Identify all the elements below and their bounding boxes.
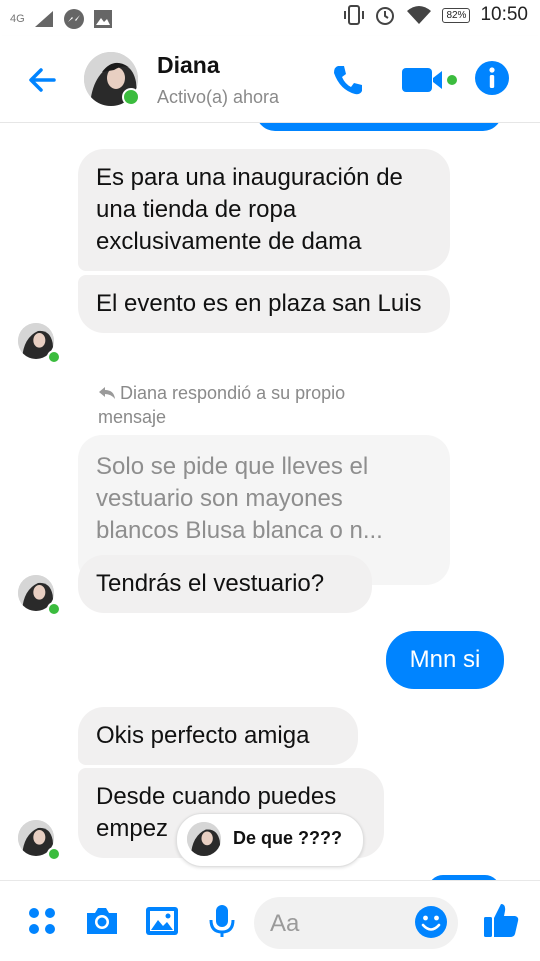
gallery-icon[interactable]	[144, 903, 180, 939]
messenger-notification-icon	[63, 9, 84, 29]
contact-name[interactable]: Diana	[157, 52, 220, 79]
incoming-message[interactable]: El evento es en plaza san Luis	[78, 275, 450, 333]
thumbs-up-icon[interactable]	[482, 901, 520, 939]
clock: 10:50	[480, 4, 528, 25]
network-type: 4G	[10, 13, 25, 25]
online-indicator	[47, 847, 61, 861]
online-indicator	[122, 88, 140, 106]
reply-note: Diana respondió a su propio mensaje	[98, 381, 418, 429]
menu-dots-icon[interactable]	[24, 903, 60, 939]
message-input-placeholder: Aa	[270, 910, 300, 937]
online-indicator	[47, 350, 61, 364]
phone-icon[interactable]	[330, 62, 366, 98]
video-camera-icon[interactable]	[402, 66, 458, 94]
status-bar: 4G 82% 10:50	[0, 0, 540, 36]
wifi-icon	[407, 6, 432, 24]
alarm-icon	[376, 7, 395, 25]
back-arrow-icon[interactable]	[24, 62, 60, 98]
previous-outgoing-bubble	[256, 123, 502, 131]
outgoing-message[interactable]: Mnn si	[386, 631, 504, 689]
composer-bar: Aa	[0, 880, 540, 961]
online-indicator	[47, 602, 61, 616]
camera-icon[interactable]	[84, 903, 120, 939]
image-notification-icon	[93, 10, 112, 28]
conversation-header: Diana Activo(a) ahora	[0, 36, 540, 123]
vibrate-icon	[344, 5, 365, 25]
incoming-message[interactable]: Okis perfecto amiga	[78, 707, 358, 765]
contact-status: Activo(a) ahora	[157, 87, 280, 107]
incoming-message[interactable]: Es para una inauguración de una tienda d…	[78, 149, 450, 271]
battery-level: 82%	[442, 7, 471, 23]
typing-preview-text: De que ????	[233, 828, 342, 848]
message-list[interactable]: Es para una inauguración de una tienda d…	[0, 123, 540, 880]
typing-preview-bubble[interactable]: De que ????	[176, 813, 364, 867]
emoji-icon[interactable]	[414, 905, 448, 939]
message-input[interactable]: Aa	[254, 897, 458, 949]
signal-icon	[34, 11, 53, 27]
info-icon[interactable]	[474, 60, 510, 96]
microphone-icon[interactable]	[204, 903, 240, 939]
incoming-message[interactable]: Tendrás el vestuario?	[78, 555, 372, 613]
reply-arrow-icon	[99, 387, 115, 399]
reply-note-text: Diana respondió a su propio mensaje	[98, 383, 346, 427]
typing-avatar	[187, 822, 221, 856]
